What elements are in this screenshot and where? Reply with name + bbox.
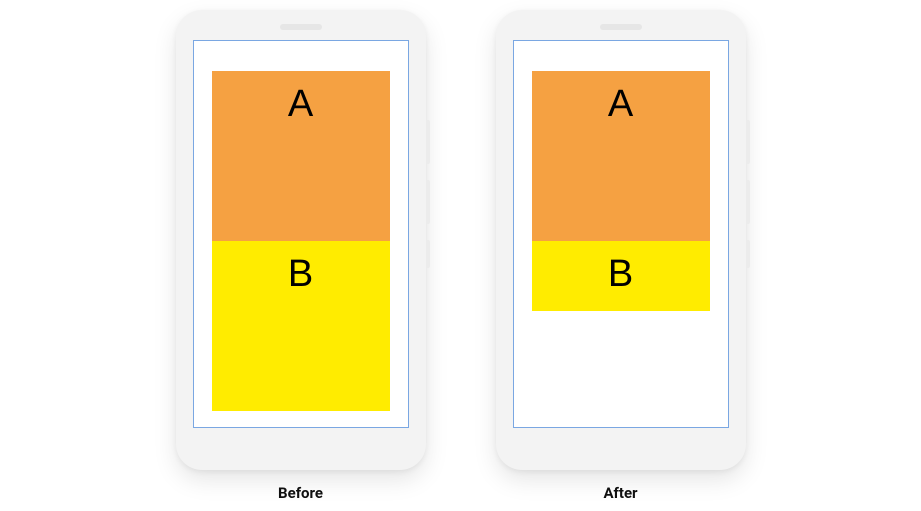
before-panel: A B Before [176, 10, 426, 502]
phone-side-button [426, 240, 430, 268]
phone-mockup-before: A B [176, 10, 426, 470]
phone-screen: A B [513, 40, 729, 428]
phone-side-button [746, 180, 750, 224]
box-b: B [532, 241, 710, 311]
layout-content: A B [532, 71, 710, 311]
caption-after: After [603, 484, 637, 502]
box-a: A [212, 71, 390, 241]
layout-content: A B [212, 71, 390, 411]
phone-side-button [746, 240, 750, 268]
after-panel: A B After [496, 10, 746, 502]
box-a: A [532, 71, 710, 241]
phone-earpiece [280, 24, 322, 30]
phone-mockup-after: A B [496, 10, 746, 470]
phone-screen: A B [193, 40, 409, 428]
caption-before: Before [278, 484, 323, 502]
phone-earpiece [600, 24, 642, 30]
phone-side-button [426, 180, 430, 224]
phone-side-button [426, 120, 430, 164]
phone-side-button [746, 120, 750, 164]
box-b: B [212, 241, 390, 411]
